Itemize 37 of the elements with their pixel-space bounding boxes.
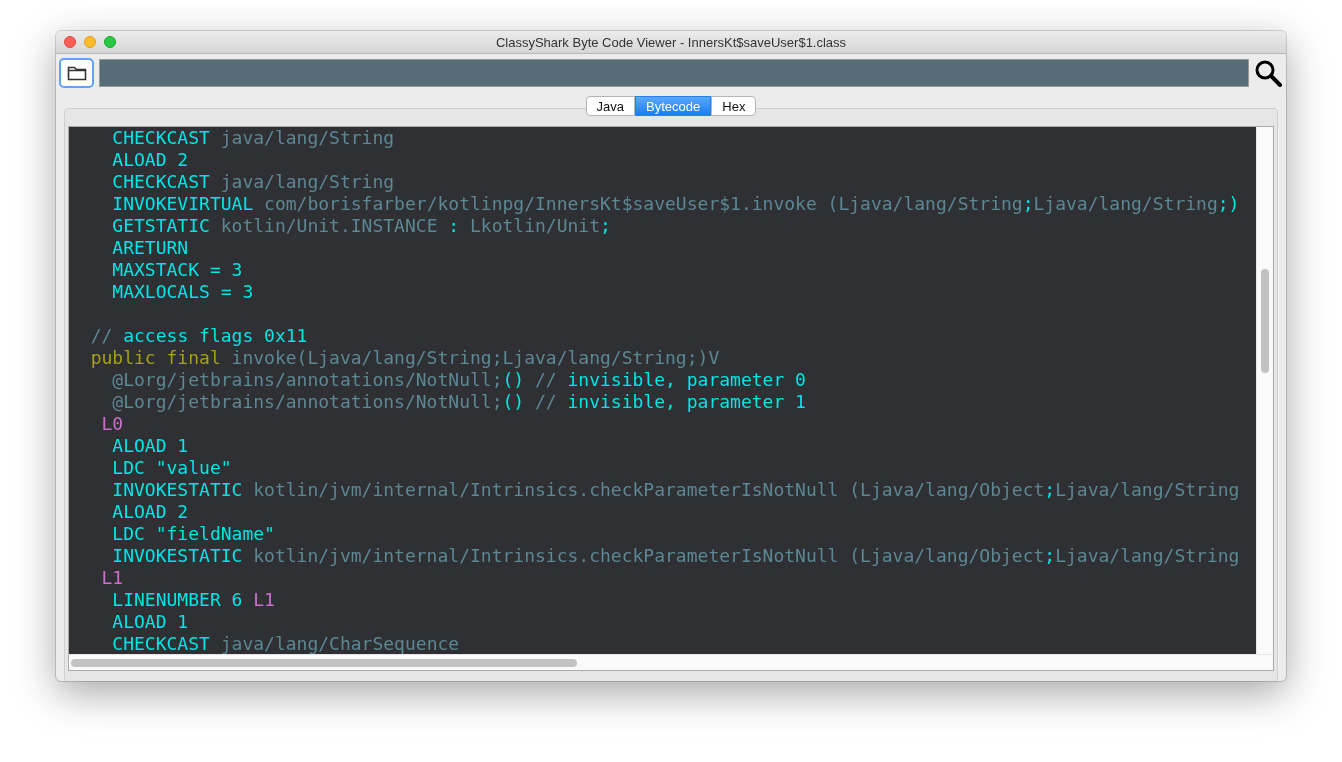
code-line: CHECKCAST java/lang/String — [112, 127, 395, 149]
minimize-button[interactable] — [84, 36, 96, 48]
tab[interactable]: Java — [585, 96, 636, 116]
code-line: L1 — [101, 567, 124, 589]
code-line: MAXSTACK = 3 — [112, 259, 243, 281]
search-field[interactable] — [99, 59, 1249, 87]
code-line: ARETURN — [112, 237, 189, 259]
code-line: GETSTATIC kotlin/Unit.INSTANCE : Lkotlin/Unit; — [112, 215, 611, 237]
open-folder-button[interactable] — [59, 58, 94, 88]
folder-icon — [66, 65, 87, 81]
zoom-button[interactable] — [104, 36, 116, 48]
code-line: ALOAD 2 — [112, 501, 189, 523]
code-line: CHECKCAST java/lang/CharSequence — [112, 633, 460, 655]
code-line: ALOAD 2 — [112, 149, 189, 171]
scrollbar-thumb[interactable] — [71, 659, 577, 667]
code-line: @Lorg/jetbrains/annotations/NotNull;() // invisible, parameter 0 — [112, 369, 806, 391]
code-line: public final invoke(Ljava/lang/String;Ljava/lang/String;)V — [90, 347, 720, 369]
scrollbar-thumb[interactable] — [1261, 269, 1269, 373]
code-line: INVOKESTATIC kotlin/jvm/internal/Intrinsics.checkParameterIsNotNull (Ljava/lang/Object;Ljava/lang/String — [112, 479, 1240, 501]
code-line: CHECKCAST java/lang/String — [112, 171, 395, 193]
code-line: LINENUMBER 6 L1 — [112, 589, 275, 611]
vertical-scrollbar[interactable] — [1256, 127, 1273, 655]
tab[interactable]: Hex — [711, 96, 757, 116]
code-line: MAXLOCALS = 3 — [112, 281, 254, 303]
code-line: LDC "value" — [112, 457, 232, 479]
code-line: LDC "fieldName" — [112, 523, 275, 545]
window-title: ClassyShark Byte Code Viewer - InnersKt$saveUser$1.class — [495, 34, 847, 50]
code-line: ALOAD 1 — [112, 435, 189, 457]
code-line: @Lorg/jetbrains/annotations/NotNull;() // invisible, parameter 1 — [112, 391, 806, 413]
code-line: // access flags 0x11 — [90, 325, 308, 347]
horizontal-scrollbar[interactable] — [69, 654, 1273, 670]
code-line: INVOKESTATIC kotlin/jvm/internal/Intrinsics.checkParameterIsNotNull (Ljava/lang/Object;Ljava/lang/String — [112, 545, 1240, 567]
search-icon[interactable] — [1254, 59, 1282, 87]
close-button[interactable] — [64, 36, 76, 48]
code-line: L0 — [101, 413, 124, 435]
code-line: ALOAD 1 — [112, 611, 189, 633]
code-line: INVOKEVIRTUAL com/borisfarber/kotlinpg/InnersKt$saveUser$1.invoke (Ljava/lang/String;Ljava/lang/String;) — [112, 193, 1240, 215]
